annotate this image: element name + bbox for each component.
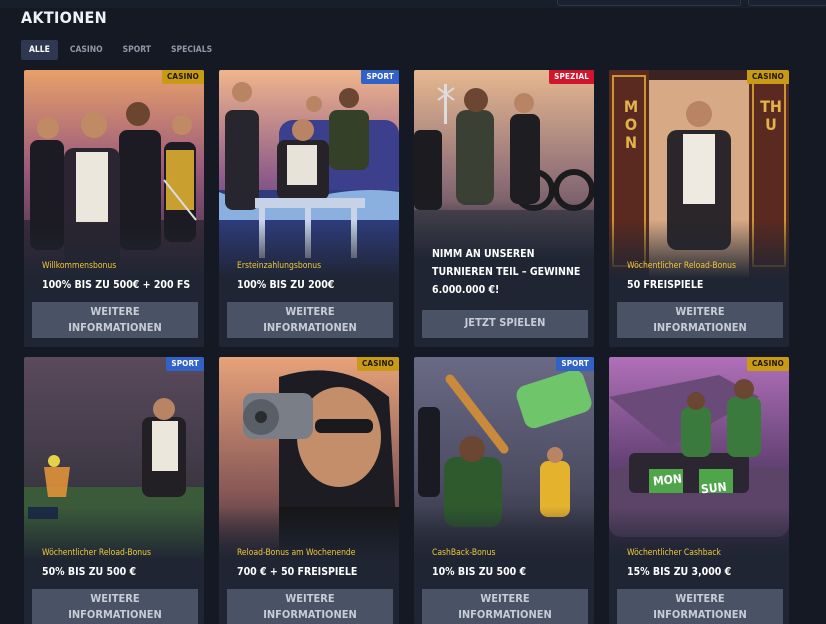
tab-specials[interactable]: SPECIALS [163, 40, 220, 60]
promo-headline: 15% BIS ZU 3,000 € [627, 566, 732, 578]
promo-headline: 700 € + 50 FREISPIELE [237, 566, 358, 578]
button-label-line2: INFORMATIONEN [653, 608, 747, 621]
button-label-line1: WEITERE [90, 305, 140, 318]
more-info-button[interactable]: WEITERE INFORMATIONEN [32, 589, 198, 624]
door-left-text: MON [623, 97, 639, 152]
promo-card[interactable]: CASINO Willkommensbonus 100% BIS ZU 500€… [24, 70, 204, 347]
more-info-button[interactable]: WEITERE INFORMATIONEN [227, 302, 393, 338]
search-field-edge[interactable] [557, 0, 741, 6]
button-label-line2: INFORMATIONEN [653, 321, 747, 334]
promo-card[interactable]: SPORT CashBack-Bonus 10% BIS ZU 500 € WE… [414, 357, 594, 624]
category-badge: SPORT [556, 357, 594, 371]
promo-card[interactable]: SPORT Wöchentlicher Reload-Bonus 50% BIS… [24, 357, 204, 624]
promo-card[interactable]: SPEZIAL NIMM AN UNSEREN TURNIEREN TEIL –… [414, 70, 594, 347]
promo-card[interactable]: MON SUN CASINO Wöchentlicher Cashback 15… [609, 357, 789, 624]
header-button-edge[interactable] [748, 0, 826, 6]
promo-headline: 50 FREISPIELE [627, 279, 704, 291]
promo-subtitle: CashBack-Bonus [432, 548, 496, 558]
button-label-line1: WEITERE [285, 305, 335, 318]
promo-card[interactable]: SPORT Ersteinzahlungsbonus 100% BIS ZU 2… [219, 70, 399, 347]
button-label-line2: INFORMATIONEN [263, 608, 357, 621]
promo-headline: 10% BIS ZU 500 € [432, 566, 527, 578]
play-now-button[interactable]: JETZT SPIELEN [422, 310, 588, 338]
category-badge: SPORT [361, 70, 399, 84]
promo-subtitle: Wöchentlicher Reload-Bonus [627, 261, 736, 271]
promo-headline: 100% BIS ZU 200€ [237, 279, 335, 291]
bag-right-text: SUN [700, 479, 728, 497]
promo-subtitle: Wöchentlicher Reload-Bonus [42, 548, 151, 558]
more-info-button[interactable]: WEITERE INFORMATIONEN [422, 589, 588, 624]
promo-card[interactable]: CASINO Reload-Bonus am Wochenende 700 € … [219, 357, 399, 624]
promo-subtitle: Reload-Bonus am Wochenende [237, 548, 356, 558]
category-badge: SPORT [166, 357, 204, 371]
button-label-line2: INFORMATIONEN [458, 608, 552, 621]
tab-casino[interactable]: CASINO [62, 40, 111, 60]
button-label-line1: WEITERE [675, 592, 725, 605]
button-label-line2: INFORMATIONEN [68, 321, 162, 334]
more-info-button[interactable]: WEITERE INFORMATIONEN [32, 302, 198, 338]
button-label-line1: WEITERE [90, 592, 140, 605]
promo-headline-line1: NIMM AN UNSEREN [432, 248, 535, 260]
category-badge: SPEZIAL [549, 70, 594, 84]
promo-subtitle: Wöchentlicher Cashback [627, 548, 721, 558]
category-badge: CASINO [161, 70, 204, 84]
button-label-line2: INFORMATIONEN [263, 321, 357, 334]
button-label-line2: INFORMATIONEN [68, 608, 162, 621]
door-right-text: THU [760, 97, 782, 134]
button-label-line1: WEITERE [480, 592, 530, 605]
more-info-button[interactable]: WEITERE INFORMATIONEN [227, 589, 393, 624]
promo-headline: 100% BIS ZU 500€ + 200 FS [42, 279, 191, 291]
promo-card[interactable]: MON THU CASINO Wöchentlicher Reload-Bonu… [609, 70, 789, 347]
promo-headline-line2: TURNIEREN TEIL – GEWINNE [432, 266, 581, 278]
button-label-line1: WEITERE [675, 305, 725, 318]
more-info-button[interactable]: WEITERE INFORMATIONEN [617, 302, 783, 338]
promo-subtitle: Willkommensbonus [42, 261, 117, 271]
page-title: AKTIONEN [21, 8, 108, 27]
promo-filter-tabs: ALLE CASINO SPORT SPECIALS [21, 40, 224, 62]
category-badge: CASINO [746, 357, 789, 371]
promo-headline-line3: 6.000.000 €! [432, 284, 500, 296]
more-info-button[interactable]: WEITERE INFORMATIONEN [617, 589, 783, 624]
category-badge: CASINO [746, 70, 789, 84]
bag-left-text: MON [652, 471, 683, 489]
promo-subtitle: Ersteinzahlungsbonus [237, 261, 322, 271]
tab-alle[interactable]: ALLE [21, 40, 58, 60]
button-label: JETZT SPIELEN [464, 316, 546, 329]
tab-sport[interactable]: SPORT [115, 40, 159, 60]
button-label-line1: WEITERE [285, 592, 335, 605]
top-bar [0, 0, 826, 8]
category-badge: CASINO [356, 357, 399, 371]
promo-headline: 50% BIS ZU 500 € [42, 566, 137, 578]
